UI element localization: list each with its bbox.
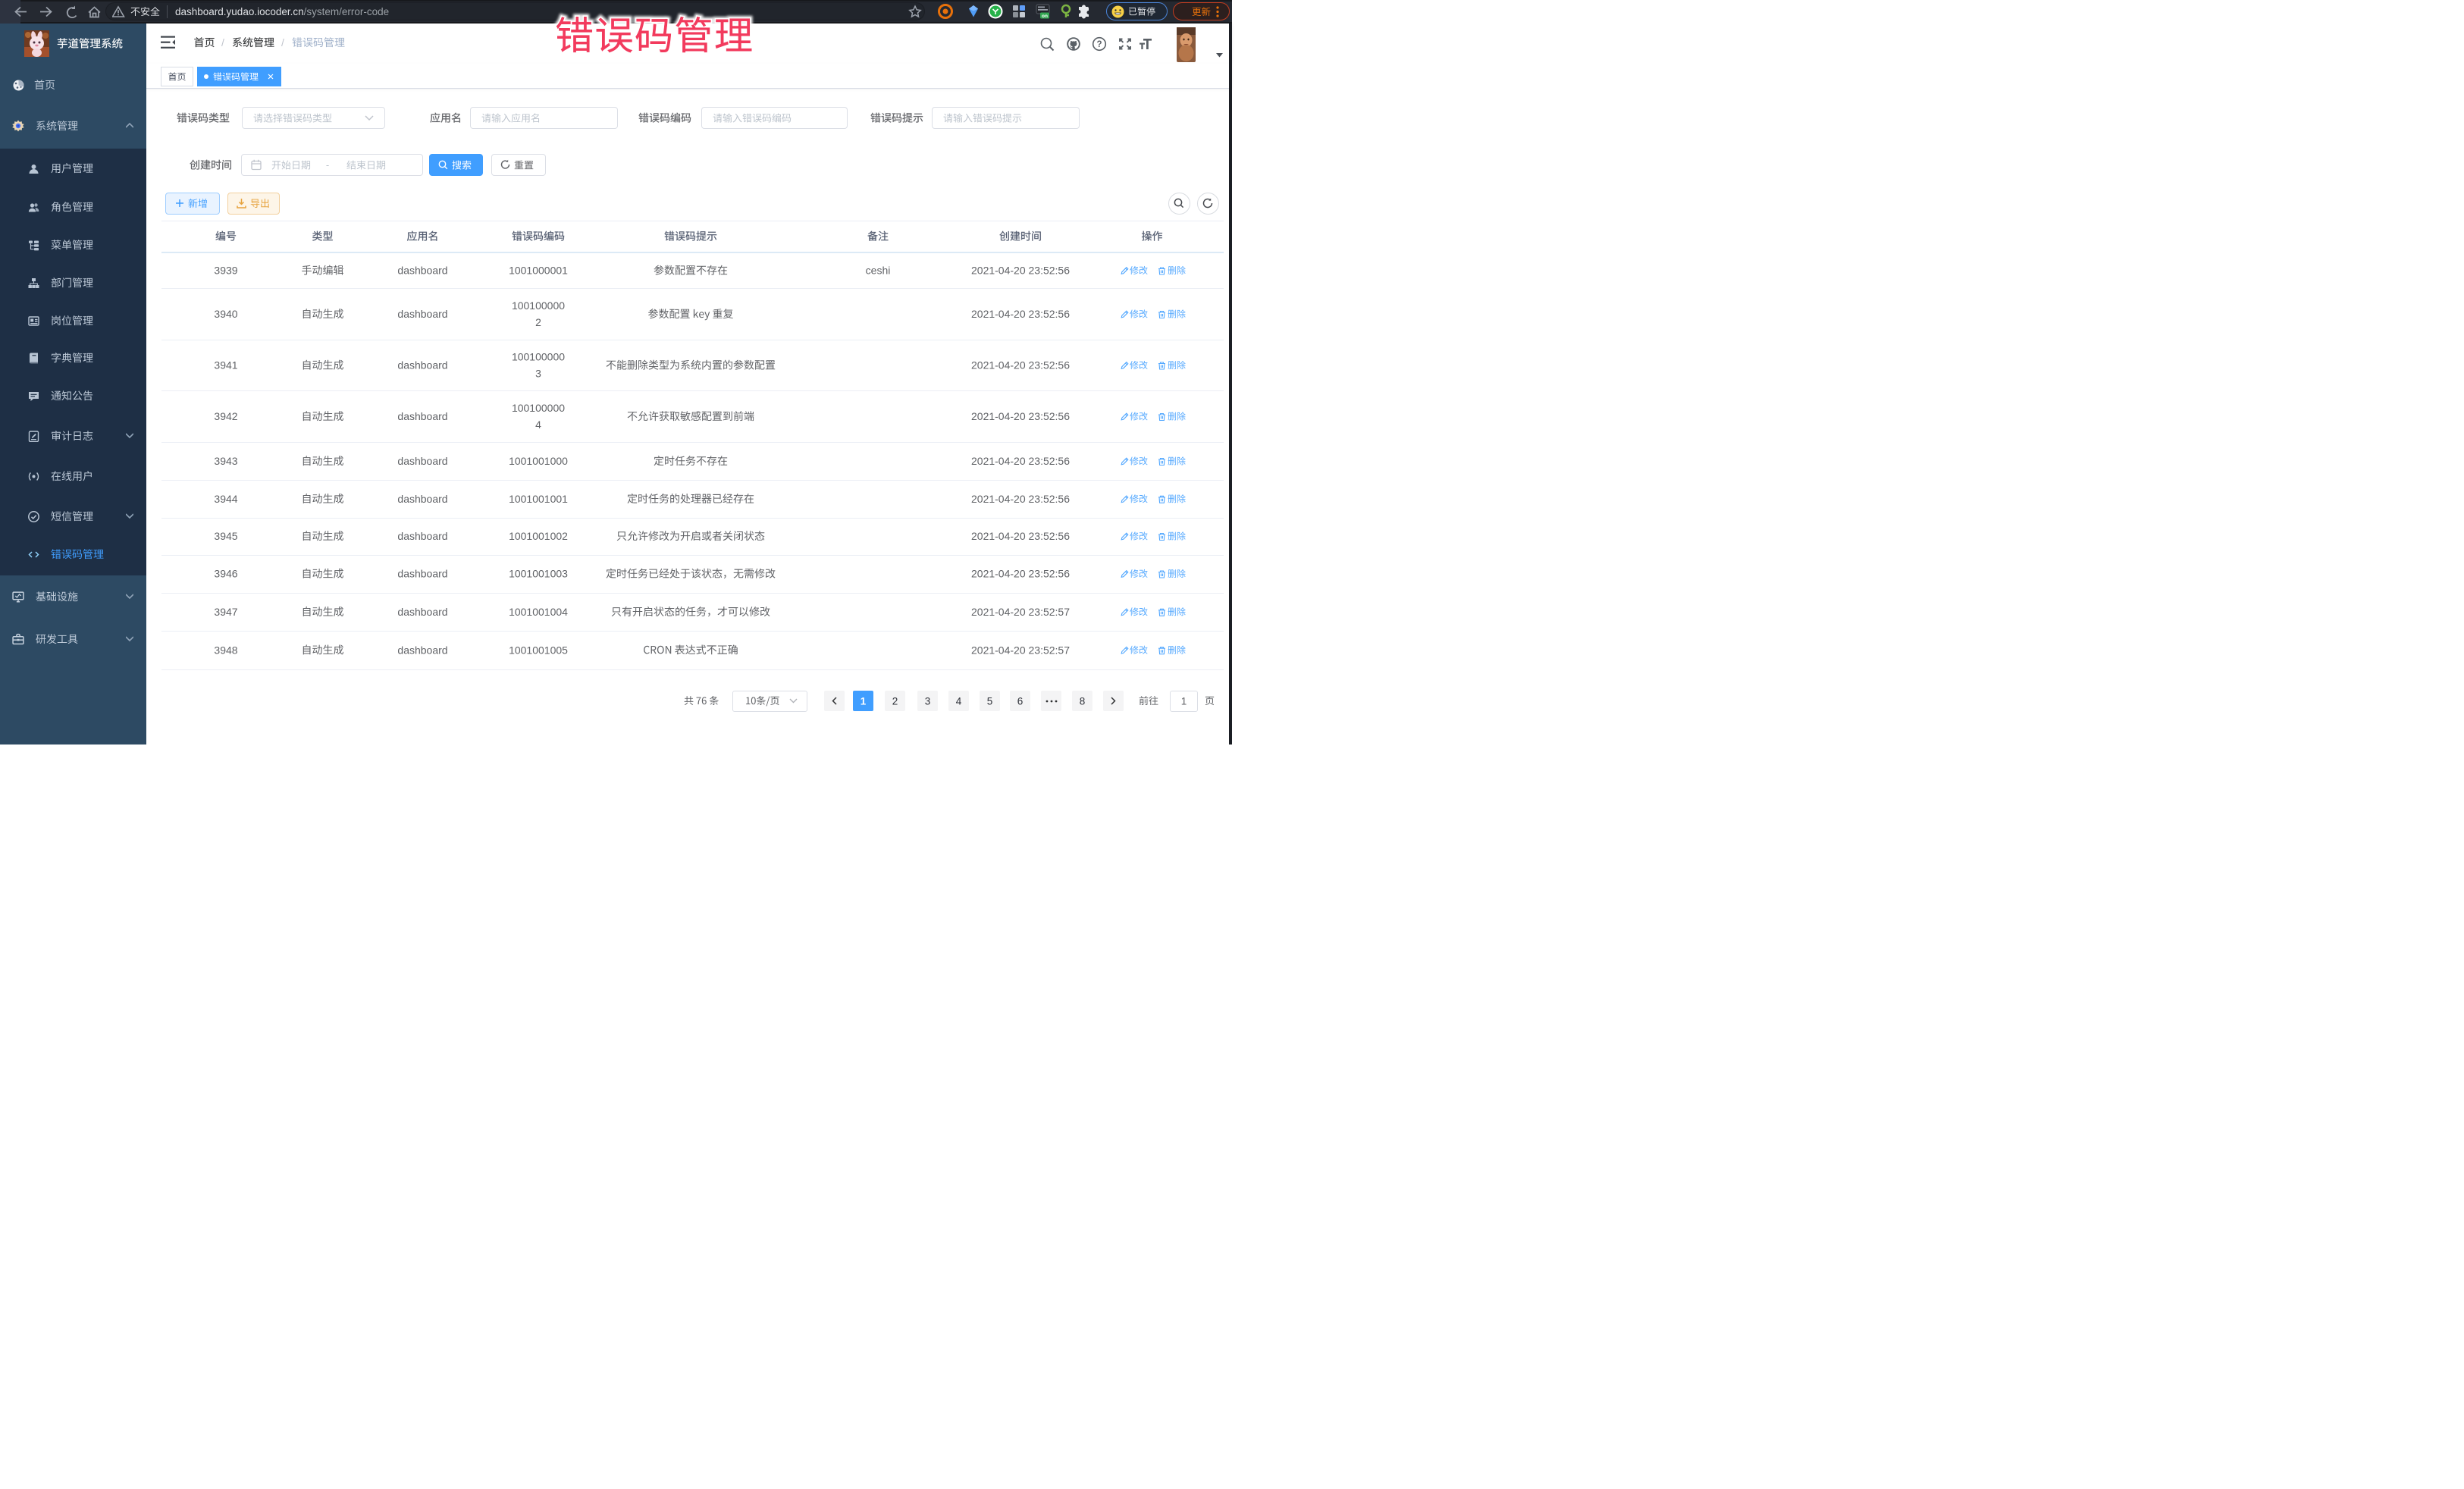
svg-text:?: ? [1096,40,1102,49]
svg-text:2: 2 [535,316,541,328]
svg-text:dashboard: dashboard [397,359,447,371]
svg-text:3945: 3945 [214,530,237,542]
svg-text:1001001005: 1001001005 [509,644,568,656]
svg-text:dashboard: dashboard [397,265,447,277]
svg-text:3941: 3941 [214,359,237,371]
svg-text:100100000: 100100000 [512,402,565,414]
svg-text:1001001003: 1001001003 [509,568,568,580]
svg-text:dashboard: dashboard [397,455,447,467]
svg-text:dashboard: dashboard [397,410,447,422]
svg-text:2021-04-20 23:52:56: 2021-04-20 23:52:56 [971,568,1070,580]
svg-text:dashboard: dashboard [397,530,447,542]
svg-text:2021-04-20 23:52:57: 2021-04-20 23:52:57 [971,606,1070,618]
svg-text:100100000: 100100000 [512,299,565,312]
svg-text:dashboard: dashboard [397,308,447,320]
svg-text:dashboard: dashboard [397,606,447,618]
svg-text:dashboard: dashboard [397,568,447,580]
svg-text:3942: 3942 [214,410,237,422]
svg-text:100100000: 100100000 [512,351,565,363]
svg-text:3939: 3939 [214,265,237,277]
svg-text:2021-04-20 23:52:56: 2021-04-20 23:52:56 [971,493,1070,505]
svg-text:2021-04-20 23:52:56: 2021-04-20 23:52:56 [971,308,1070,320]
svg-text:ceshi: ceshi [866,265,891,277]
svg-text:1001001004: 1001001004 [509,606,568,618]
svg-text:2021-04-20 23:52:56: 2021-04-20 23:52:56 [971,265,1070,277]
svg-text:2021-04-20 23:52:56: 2021-04-20 23:52:56 [971,410,1070,422]
svg-text:1001001000: 1001001000 [509,455,568,467]
svg-text:1001001001: 1001001001 [509,493,568,505]
svg-text:1001000001: 1001000001 [509,265,568,277]
svg-text:3940: 3940 [214,308,237,320]
svg-text:3943: 3943 [214,455,237,467]
svg-text:2021-04-20 23:52:56: 2021-04-20 23:52:56 [971,359,1070,371]
svg-text:2021-04-20 23:52:57: 2021-04-20 23:52:57 [971,644,1070,656]
svg-text:3946: 3946 [214,568,237,580]
svg-text:1001001002: 1001001002 [509,530,568,542]
svg-text:3944: 3944 [214,493,237,505]
svg-text:3: 3 [535,368,541,380]
svg-text:3947: 3947 [214,606,237,618]
svg-text:4: 4 [535,418,541,431]
svg-text:dashboard: dashboard [397,644,447,656]
svg-text:on: on [1042,14,1048,19]
svg-text:2021-04-20 23:52:56: 2021-04-20 23:52:56 [971,455,1070,467]
svg-text:dashboard: dashboard [397,493,447,505]
svg-text:2021-04-20 23:52:56: 2021-04-20 23:52:56 [971,530,1070,542]
svg-text:3948: 3948 [214,644,237,656]
